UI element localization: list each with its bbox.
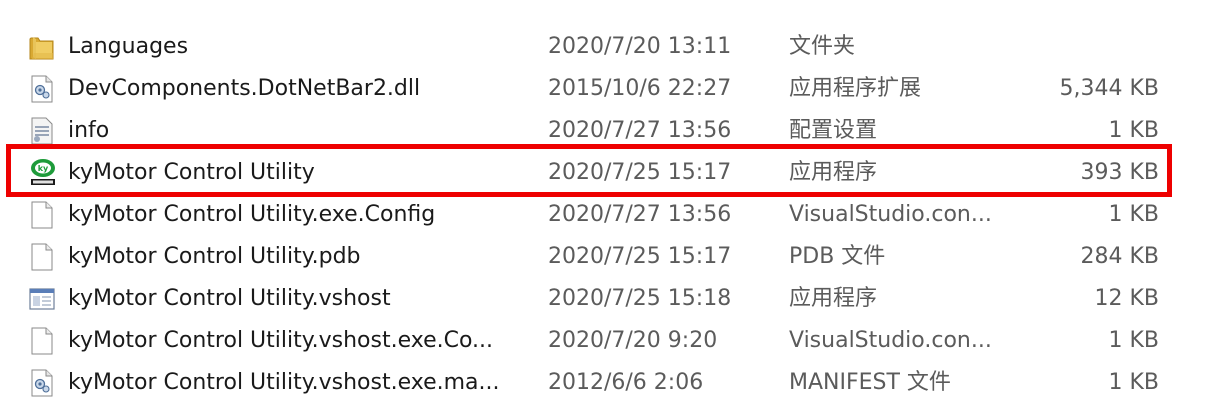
file-size: 393 KB <box>1080 160 1159 185</box>
file-row-vshost-config[interactable]: kyMotor Control Utility.vshost.exe.Co...… <box>0 320 1218 362</box>
app-exe-icon: ky <box>27 152 59 194</box>
dll-file-icon <box>27 68 59 110</box>
manifest-file-icon <box>27 362 59 404</box>
file-name: Languages <box>68 34 189 59</box>
blank-file-icon <box>27 320 59 362</box>
file-date: 2020/7/20 13:11 <box>548 34 732 59</box>
file-name: DevComponents.DotNetBar2.dll <box>68 76 421 101</box>
file-row-pdb[interactable]: kyMotor Control Utility.pdb 2020/7/25 15… <box>0 236 1218 278</box>
file-name: kyMotor Control Utility.vshost.exe.ma... <box>68 370 500 395</box>
file-date: 2020/7/27 13:56 <box>548 118 732 143</box>
file-size: 1 KB <box>1108 328 1159 353</box>
file-date: 2012/6/6 2:06 <box>548 370 704 395</box>
file-row-dll[interactable]: DevComponents.DotNetBar2.dll 2015/10/6 2… <box>0 68 1218 110</box>
folder-icon <box>27 26 59 68</box>
file-size: 5,344 KB <box>1059 76 1160 101</box>
file-row-app-exe[interactable]: ky kyMotor Control Utility 2020/7/25 15:… <box>0 152 1218 194</box>
file-list: Languages 2020/7/20 13:11 文件夹 DevCompone… <box>0 26 1218 404</box>
settings-file-icon <box>27 110 59 152</box>
file-name: kyMotor Control Utility.pdb <box>68 244 361 269</box>
file-row-languages[interactable]: Languages 2020/7/20 13:11 文件夹 <box>0 26 1218 68</box>
file-size <box>1000 26 1159 68</box>
blank-file-icon <box>27 194 59 236</box>
file-type: PDB 文件 <box>789 244 886 269</box>
file-size: 12 KB <box>1094 286 1159 311</box>
file-type: 配置设置 <box>789 118 878 143</box>
file-name: kyMotor Control Utility.vshost <box>68 286 391 311</box>
file-type: 文件夹 <box>789 34 856 59</box>
file-name: kyMotor Control Utility <box>68 160 315 185</box>
file-name: kyMotor Control Utility.exe.Config <box>68 202 436 227</box>
blank-file-icon <box>27 236 59 278</box>
file-size: 1 KB <box>1108 118 1159 143</box>
file-size: 284 KB <box>1080 244 1159 269</box>
file-type: MANIFEST 文件 <box>789 370 951 395</box>
file-type: 应用程序 <box>789 160 878 185</box>
window-app-icon <box>27 278 59 320</box>
file-date: 2020/7/25 15:17 <box>548 160 732 185</box>
file-date: 2020/7/20 9:20 <box>548 328 718 353</box>
file-date: 2020/7/25 15:17 <box>548 244 732 269</box>
file-type: VisualStudio.con... <box>789 202 992 227</box>
file-name: kyMotor Control Utility.vshost.exe.Co... <box>68 328 494 353</box>
file-type: 应用程序扩展 <box>789 76 922 101</box>
file-row-info[interactable]: info 2020/7/27 13:56 配置设置 1 KB <box>0 110 1218 152</box>
file-name: info <box>68 118 110 143</box>
svg-text:ky: ky <box>38 164 49 173</box>
file-date: 2020/7/25 15:18 <box>548 286 732 311</box>
file-date: 2015/10/6 22:27 <box>548 76 732 101</box>
file-row-vshost[interactable]: kyMotor Control Utility.vshost 2020/7/25… <box>0 278 1218 320</box>
file-type: 应用程序 <box>789 286 878 311</box>
file-row-vshost-manifest[interactable]: kyMotor Control Utility.vshost.exe.ma...… <box>0 362 1218 404</box>
file-size: 1 KB <box>1108 370 1159 395</box>
file-type: VisualStudio.con... <box>789 328 992 353</box>
file-size: 1 KB <box>1108 202 1159 227</box>
file-row-exe-config[interactable]: kyMotor Control Utility.exe.Config 2020/… <box>0 194 1218 236</box>
file-date: 2020/7/27 13:56 <box>548 202 732 227</box>
